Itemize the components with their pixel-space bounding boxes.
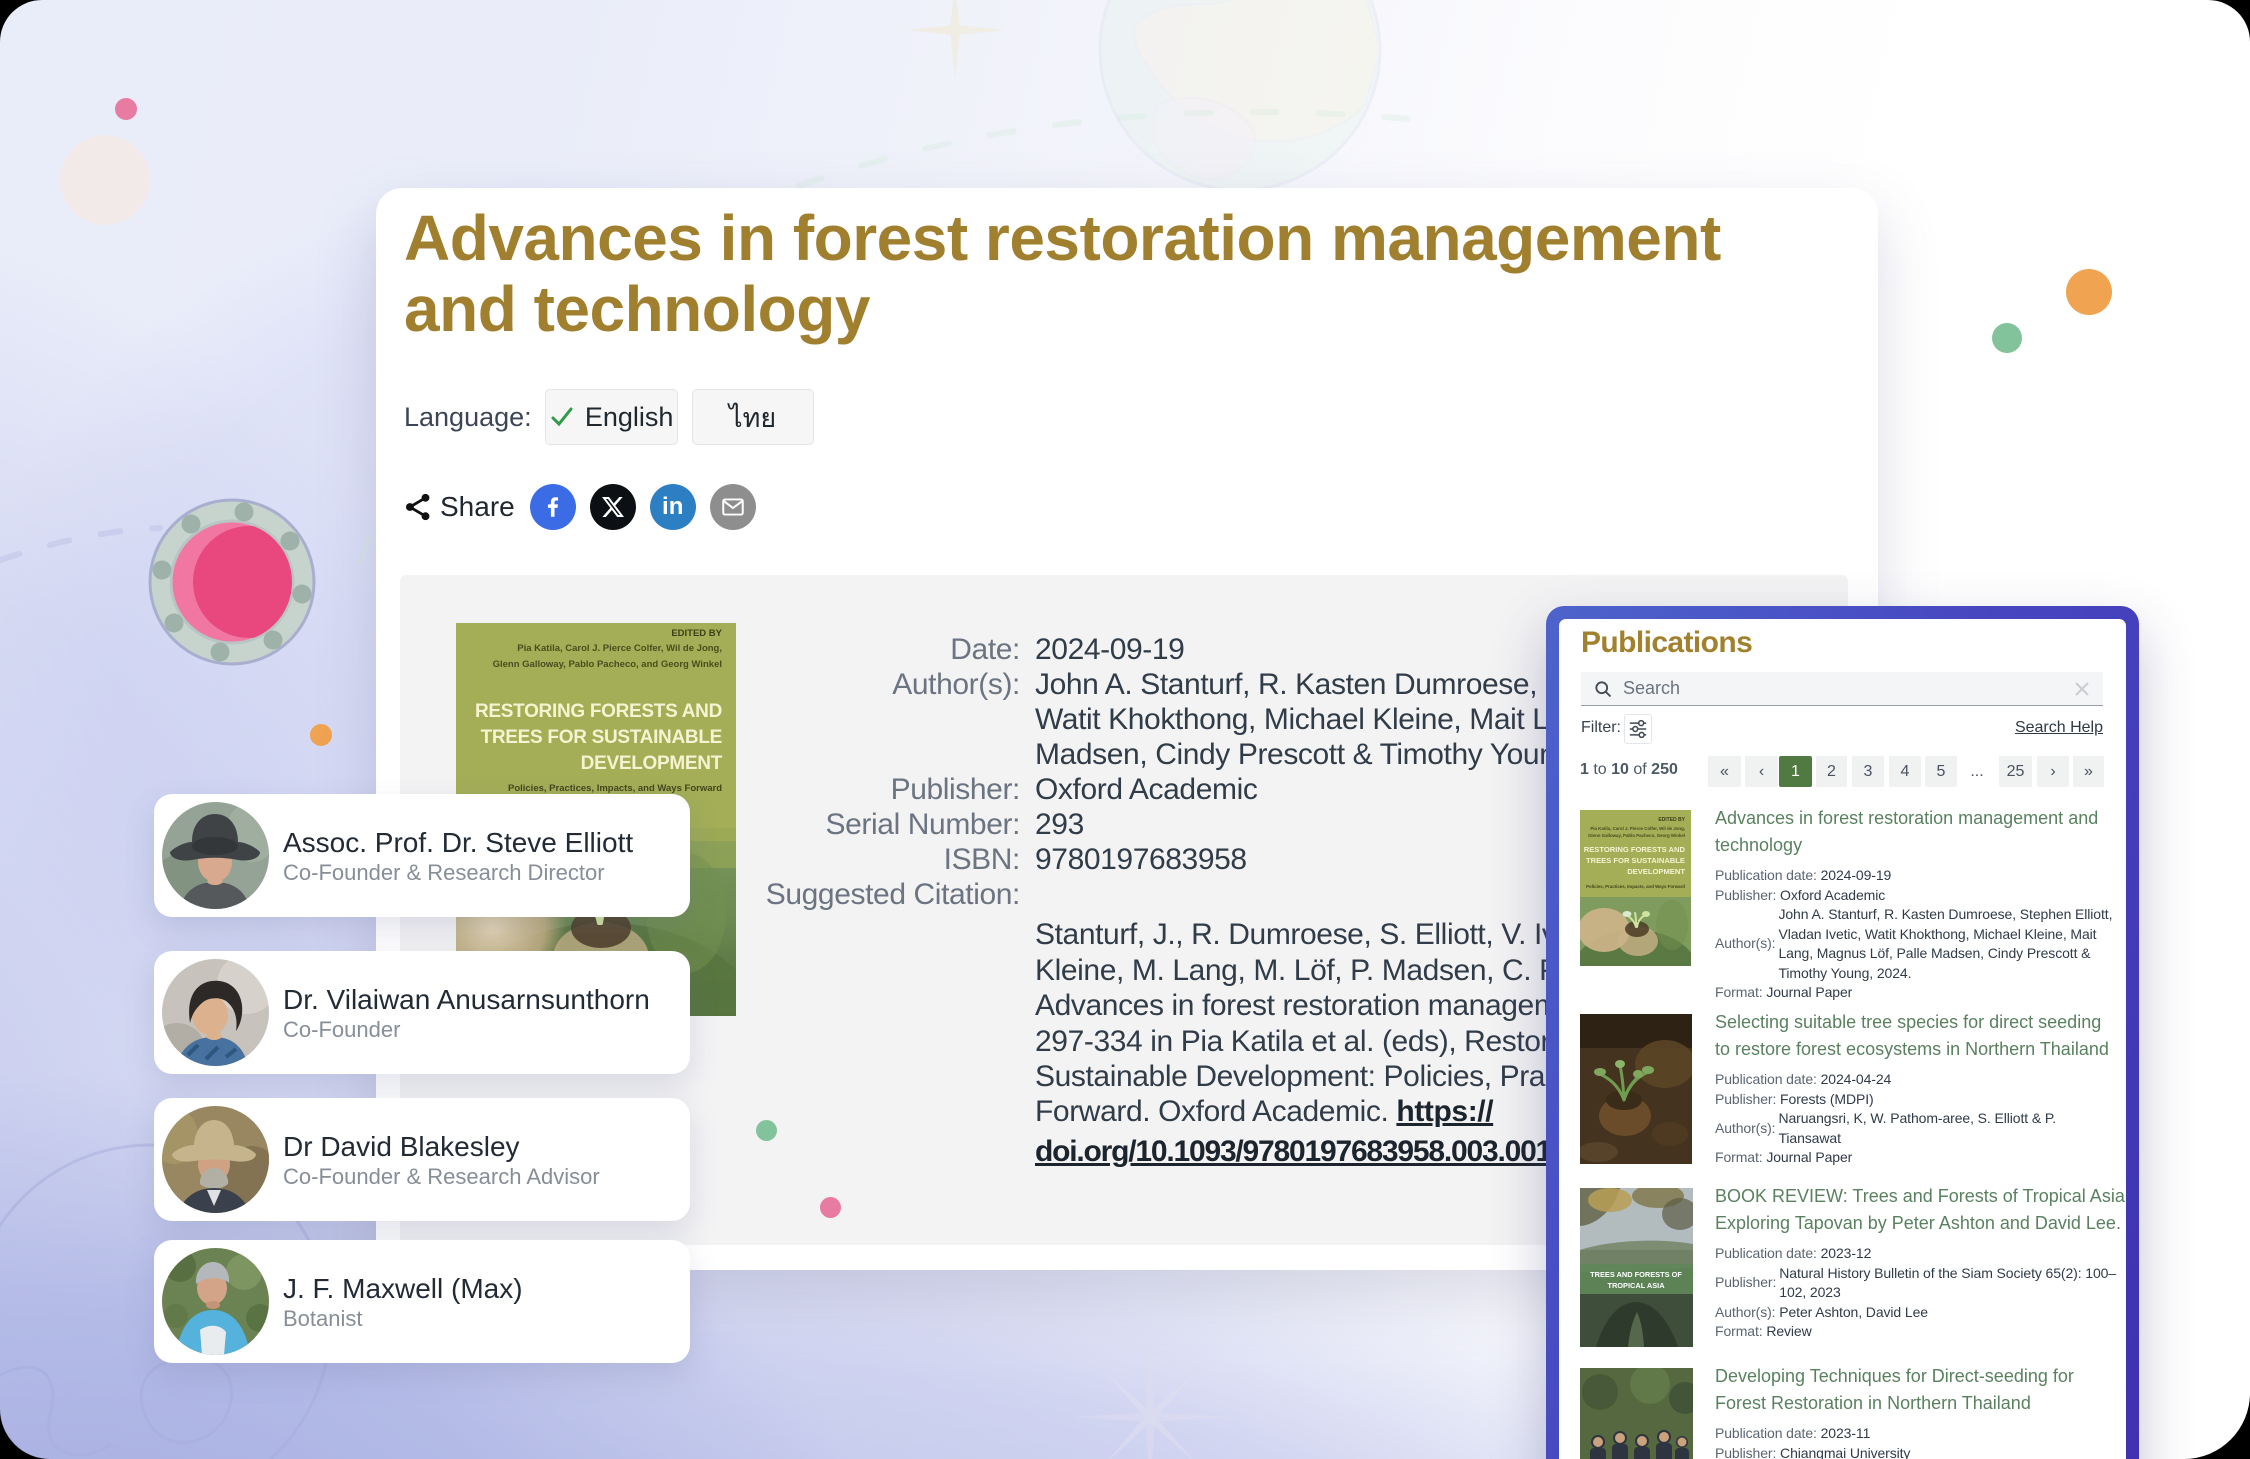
- svg-text:Pia Katila, Carol J. Pierce Co: Pia Katila, Carol J. Pierce Colfer, Wil …: [517, 643, 722, 654]
- svg-text:DEVELOPMENT: DEVELOPMENT: [1627, 867, 1685, 876]
- svg-text:TROPICAL ASIA: TROPICAL ASIA: [1607, 1281, 1665, 1290]
- svg-text:EDITED BY: EDITED BY: [671, 628, 722, 639]
- svg-text:Policies, Practices, Impacts,: Policies, Practices, Impacts, and Ways F…: [1586, 884, 1685, 889]
- svg-text:EDITED BY: EDITED BY: [1658, 817, 1685, 823]
- svg-text:Glenn Galloway, Pablo Pacheco,: Glenn Galloway, Pablo Pacheco, Georg Win…: [1588, 833, 1685, 838]
- svg-text:RESTORING FORESTS AND: RESTORING FORESTS AND: [1584, 845, 1686, 854]
- svg-text:TREES FOR SUSTAINABLE: TREES FOR SUSTAINABLE: [481, 727, 722, 748]
- svg-text:DEVELOPMENT: DEVELOPMENT: [581, 753, 723, 774]
- svg-text:Glenn Galloway, Pablo Pacheco,: Glenn Galloway, Pablo Pacheco, and Georg…: [493, 659, 722, 670]
- svg-text:TREES AND FORESTS OF: TREES AND FORESTS OF: [1590, 1270, 1682, 1279]
- svg-text:Pia Katila, Carol J. Pierce Co: Pia Katila, Carol J. Pierce Colfer, Wil …: [1590, 826, 1685, 831]
- svg-text:TREES FOR SUSTAINABLE: TREES FOR SUSTAINABLE: [1586, 856, 1685, 865]
- svg-text:Policies, Practices, Impacts,: Policies, Practices, Impacts, and Ways F…: [508, 783, 722, 794]
- svg-text:RESTORING FORESTS AND: RESTORING FORESTS AND: [475, 701, 722, 722]
